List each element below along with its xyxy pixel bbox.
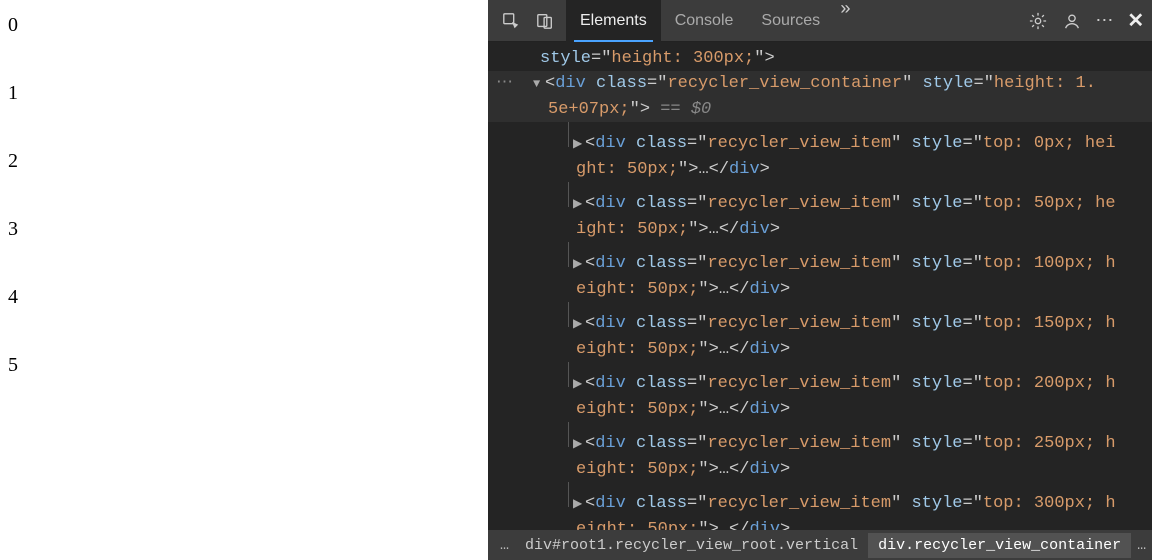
dom-child-node[interactable]: ▶<div class="recycler_view_item" style="… [488, 302, 1152, 337]
breadcrumb-item[interactable]: div#root1.recycler_view_root.vertical [515, 533, 868, 558]
settings-gear-icon[interactable] [1023, 6, 1053, 36]
breadcrumb-bar: … div#root1.recycler_view_root.vertical … [488, 530, 1152, 560]
dom-child-node-wrap[interactable]: ight: 50px;">…</div> [488, 217, 1152, 242]
dom-selected-node-open-wrap[interactable]: 5e+07px;"> == $0 [488, 97, 1152, 122]
dom-child-node[interactable]: ▶<div class="recycler_view_item" style="… [488, 242, 1152, 277]
dom-child-node-wrap[interactable]: eight: 50px;">…</div> [488, 517, 1152, 530]
tab-sources[interactable]: Sources [747, 0, 834, 42]
dom-child-node[interactable]: ▶<div class="recycler_view_item" style="… [488, 182, 1152, 217]
dom-attr-line[interactable]: style="height: 300px;"> [488, 46, 1152, 71]
page-list-item: 1 [0, 68, 488, 136]
dom-child-node[interactable]: ▶<div class="recycler_view_item" style="… [488, 122, 1152, 157]
dom-child-node-wrap[interactable]: eight: 50px;">…</div> [488, 337, 1152, 362]
page-list-item: 2 [0, 136, 488, 204]
rendered-page-pane: 012345 [0, 0, 488, 560]
page-list-item: 0 [0, 0, 488, 68]
page-scroll-area[interactable]: 012345 [0, 0, 488, 420]
page-list-item: 4 [0, 272, 488, 340]
account-icon[interactable] [1057, 6, 1087, 36]
device-toolbar-icon[interactable] [530, 6, 560, 36]
more-tabs-chevron-icon[interactable]: » [834, 0, 857, 42]
breadcrumb-ellipsis-right[interactable]: … [1131, 537, 1152, 554]
close-devtools-icon[interactable]: ✕ [1119, 8, 1152, 34]
dom-child-node-wrap[interactable]: ght: 50px;">…</div> [488, 157, 1152, 182]
elements-dom-tree[interactable]: style="height: 300px;"> ⋯▼<div class="re… [488, 42, 1152, 530]
devtools-tabs: Elements Console Sources » [566, 0, 857, 42]
dom-child-node-wrap[interactable]: eight: 50px;">…</div> [488, 457, 1152, 482]
breadcrumb-item-active[interactable]: div.recycler_view_container [868, 533, 1131, 558]
tab-elements[interactable]: Elements [566, 0, 661, 42]
dom-child-node[interactable]: ▶<div class="recycler_view_item" style="… [488, 362, 1152, 397]
dom-child-node-wrap[interactable]: eight: 50px;">…</div> [488, 397, 1152, 422]
dom-selected-node-open[interactable]: ⋯▼<div class="recycler_view_container" s… [488, 71, 1152, 97]
dom-child-node[interactable]: ▶<div class="recycler_view_item" style="… [488, 482, 1152, 517]
devtools-pane: Elements Console Sources » ⋯ ✕ style="he… [488, 0, 1152, 560]
breadcrumb-ellipsis-left[interactable]: … [494, 537, 515, 554]
tab-console[interactable]: Console [661, 0, 748, 42]
page-list-item: 3 [0, 204, 488, 272]
dom-child-node-wrap[interactable]: eight: 50px;">…</div> [488, 277, 1152, 302]
dom-child-node[interactable]: ▶<div class="recycler_view_item" style="… [488, 422, 1152, 457]
kebab-menu-icon[interactable]: ⋯ [1089, 10, 1119, 32]
page-list-item: 5 [0, 340, 488, 408]
inspect-element-icon[interactable] [496, 6, 526, 36]
devtools-toolbar: Elements Console Sources » ⋯ ✕ [488, 0, 1152, 42]
